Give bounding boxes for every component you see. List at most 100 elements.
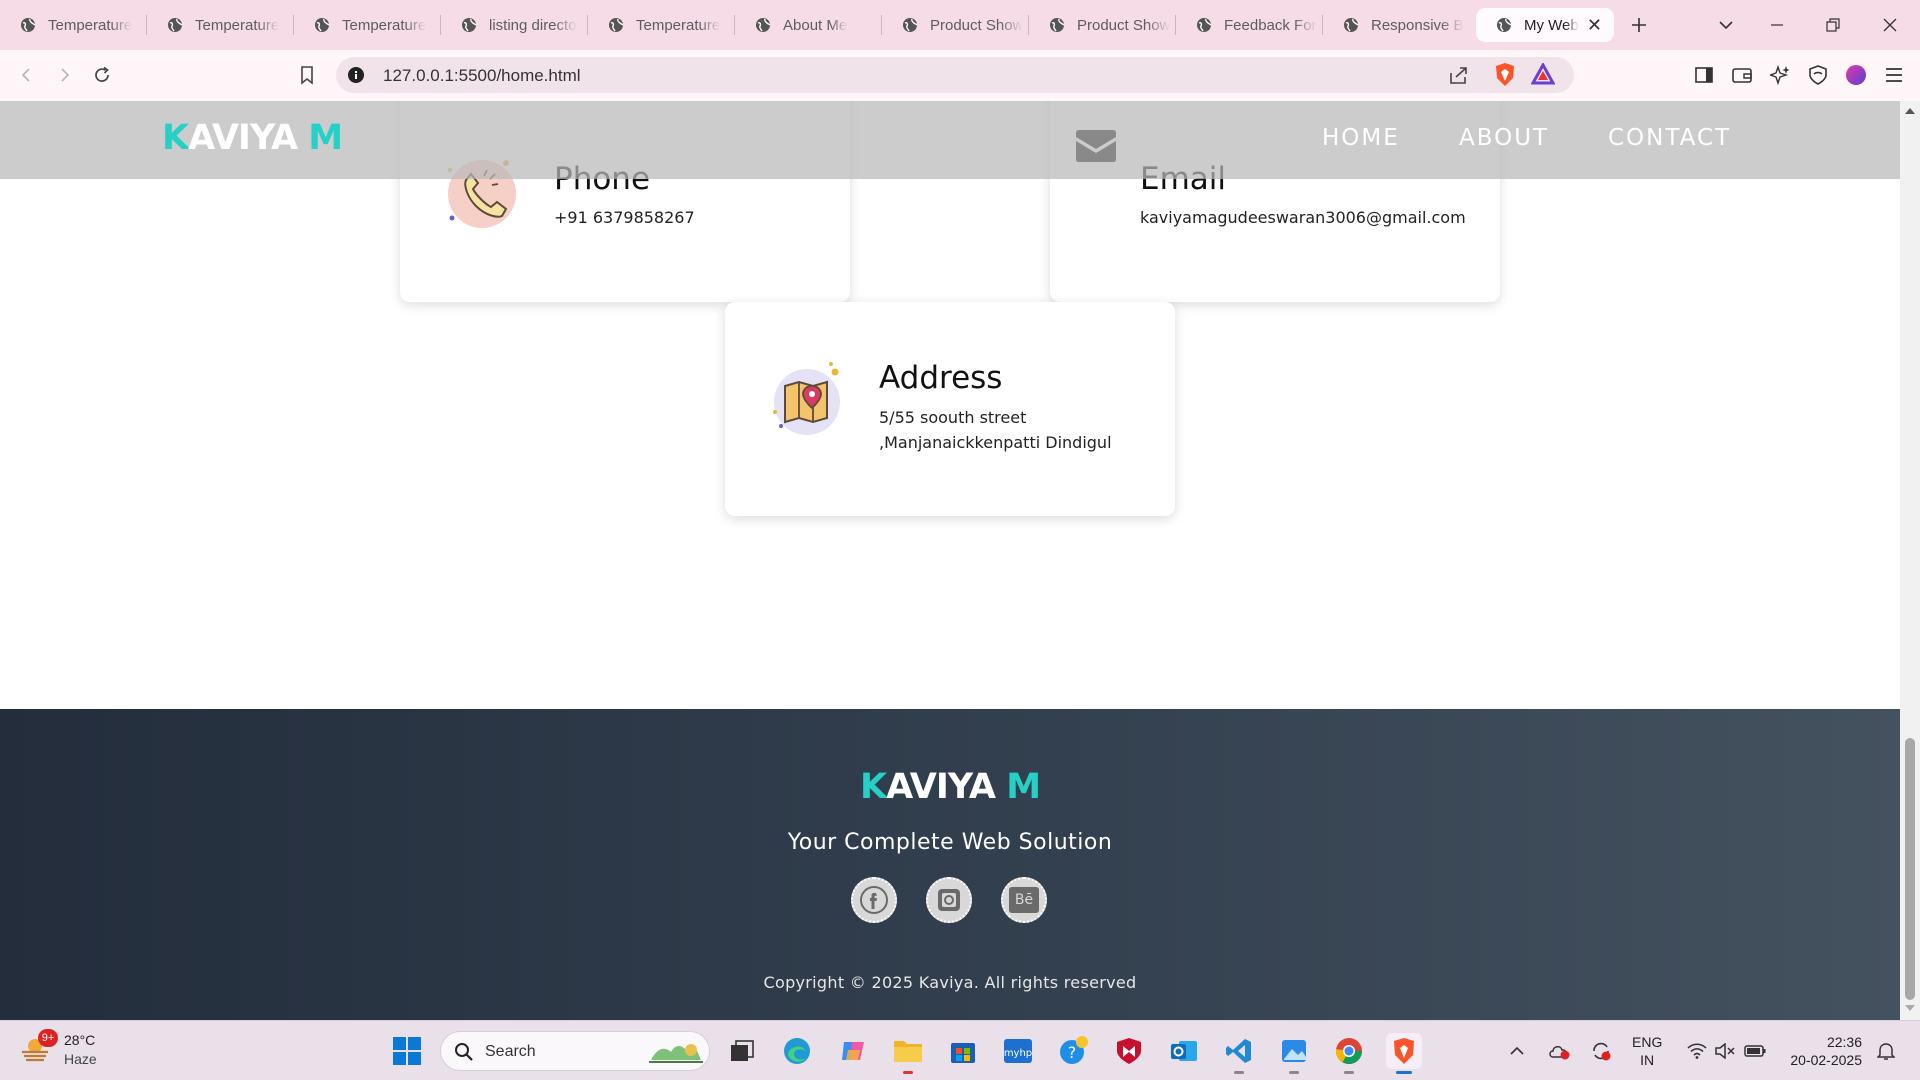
store-button[interactable] (945, 1033, 981, 1069)
browser-toolbar: 127.0.0.1:5500/home.html (0, 50, 1920, 101)
site-navbar: KAVIYA M HOME ABOUT CONTACT (0, 101, 1900, 179)
photos-icon (1282, 1040, 1306, 1062)
clock-time: 22:36 (1826, 1034, 1862, 1050)
nav-home-link[interactable]: HOME (1322, 125, 1400, 151)
battery-button[interactable] (1743, 1033, 1767, 1069)
tab-title: My Web (1524, 16, 1579, 34)
sync-tray-button[interactable] (1587, 1033, 1615, 1069)
browser-tab[interactable]: Temperature (0, 8, 147, 42)
browser-tab-active[interactable]: My Web ✕ (1476, 8, 1614, 42)
show-hidden-icons-button[interactable] (1505, 1033, 1529, 1069)
back-arrow-icon (21, 68, 30, 82)
phone-number: +91 6379858267 (554, 208, 695, 227)
brave-button[interactable] (1386, 1033, 1422, 1074)
chrome-button[interactable] (1331, 1033, 1367, 1074)
scroll-thumb[interactable] (1905, 738, 1915, 1000)
running-indicator (1234, 1071, 1244, 1074)
globe-icon (903, 18, 918, 32)
minimize-button[interactable] (1763, 11, 1791, 39)
back-button[interactable] (13, 61, 41, 89)
svg-text:?: ? (1068, 1043, 1077, 1062)
vscode-button[interactable] (1221, 1033, 1257, 1074)
facebook-link[interactable] (851, 877, 897, 923)
nav-about-link[interactable]: ABOUT (1459, 125, 1549, 151)
logo-accent-letter: K (162, 118, 189, 158)
close-window-button[interactable] (1876, 11, 1904, 39)
chrome-icon (1335, 1038, 1363, 1065)
browser-tab[interactable]: listing directo (441, 8, 588, 42)
page-scrollbar[interactable] (1900, 101, 1920, 1020)
forward-button[interactable] (50, 61, 78, 89)
weather-description: Haze (64, 1051, 97, 1067)
outlook-button[interactable] (1166, 1033, 1202, 1069)
paint-button[interactable] (1276, 1033, 1312, 1074)
sidebar-icon (1695, 67, 1713, 83)
volume-button[interactable] (1713, 1033, 1737, 1069)
copilot-button[interactable] (835, 1033, 871, 1069)
instagram-link[interactable] (926, 877, 972, 923)
browser-tab[interactable]: Feedback For (1176, 8, 1323, 42)
globe-icon (1344, 18, 1359, 32)
reload-button[interactable] (88, 61, 116, 89)
bell-icon (1877, 1043, 1895, 1060)
browser-tab[interactable]: Temperature (294, 8, 441, 42)
browser-tab[interactable]: Product Show (1029, 8, 1176, 42)
address-card: Address 5/55 soouth street ,Manjanaickke… (725, 302, 1175, 516)
new-tab-button[interactable] (1625, 11, 1653, 39)
input-language-indicator[interactable]: ENG IN (1632, 1033, 1662, 1069)
scroll-up-icon (1905, 108, 1915, 114)
globe-icon (315, 18, 330, 32)
myhp-button[interactable]: myhp (1000, 1033, 1036, 1069)
address-bar[interactable]: 127.0.0.1:5500/home.html (336, 57, 1574, 93)
scroll-down-icon (1905, 1005, 1915, 1011)
browser-tab[interactable]: Product Show (882, 8, 1029, 42)
site-info-icon (348, 67, 364, 83)
menu-button[interactable] (1880, 61, 1908, 89)
notifications-button[interactable] (1872, 1033, 1900, 1069)
edge-button[interactable] (779, 1033, 815, 1069)
sidebar-toggle-button[interactable] (1690, 61, 1718, 89)
weather-widget[interactable]: 9+ 28°C Haze (20, 1029, 130, 1073)
browser-tab[interactable]: Temperature (588, 8, 735, 42)
reload-icon (95, 66, 109, 82)
tab-search-button[interactable] (1712, 11, 1740, 39)
behance-link[interactable]: Bē (1001, 877, 1047, 923)
tab-title: Temperature (195, 16, 280, 34)
site-logo[interactable]: KAVIYA M (162, 118, 343, 158)
taskbar-search[interactable]: Search (440, 1031, 710, 1071)
onedrive-tray-button[interactable] (1545, 1033, 1573, 1069)
task-view-button[interactable] (724, 1033, 760, 1069)
map-pin-icon (773, 362, 840, 435)
start-button[interactable] (389, 1033, 425, 1069)
bookmark-button[interactable] (293, 61, 321, 89)
browser-tab[interactable]: About Me (735, 8, 882, 42)
running-indicator (903, 1071, 913, 1074)
address-line-1: 5/55 soouth street (879, 408, 1027, 427)
mcafee-button[interactable] (1111, 1033, 1147, 1069)
language-code: ENG (1632, 1034, 1663, 1050)
page-viewport: Phone +91 6379858267 Email kaviyamagudee… (0, 101, 1900, 1020)
restore-button[interactable] (1819, 11, 1847, 39)
profile-button[interactable] (1842, 61, 1870, 89)
close-tab-icon[interactable]: ✕ (1587, 16, 1602, 34)
file-explorer-button[interactable] (890, 1033, 926, 1074)
system-clock[interactable]: 22:36 20-02-2025 (1782, 1033, 1862, 1069)
leo-ai-button[interactable] (1766, 61, 1794, 89)
sparkle-icon (1770, 65, 1790, 85)
email-address[interactable]: kaviyamagudeeswaran3006@gmail.com (1140, 205, 1466, 230)
tab-title: Feedback For (1224, 16, 1317, 34)
logo-text: AVIYA (886, 767, 1007, 807)
address-title: Address (879, 360, 1003, 396)
myhp-icon: myhp (1004, 1039, 1032, 1063)
wallet-button[interactable] (1728, 61, 1756, 89)
vpn-shield-icon (1809, 65, 1827, 85)
wifi-button[interactable] (1685, 1033, 1709, 1069)
vpn-button[interactable] (1804, 61, 1832, 89)
tab-title: Responsive B (1371, 16, 1464, 34)
nav-contact-link[interactable]: CONTACT (1608, 125, 1731, 151)
support-button[interactable]: ? (1056, 1033, 1092, 1069)
share-icon (1450, 67, 1467, 84)
browser-tab[interactable]: Responsive B (1323, 8, 1470, 42)
tab-title: Temperature (636, 16, 721, 34)
browser-tab[interactable]: Temperature (147, 8, 294, 42)
